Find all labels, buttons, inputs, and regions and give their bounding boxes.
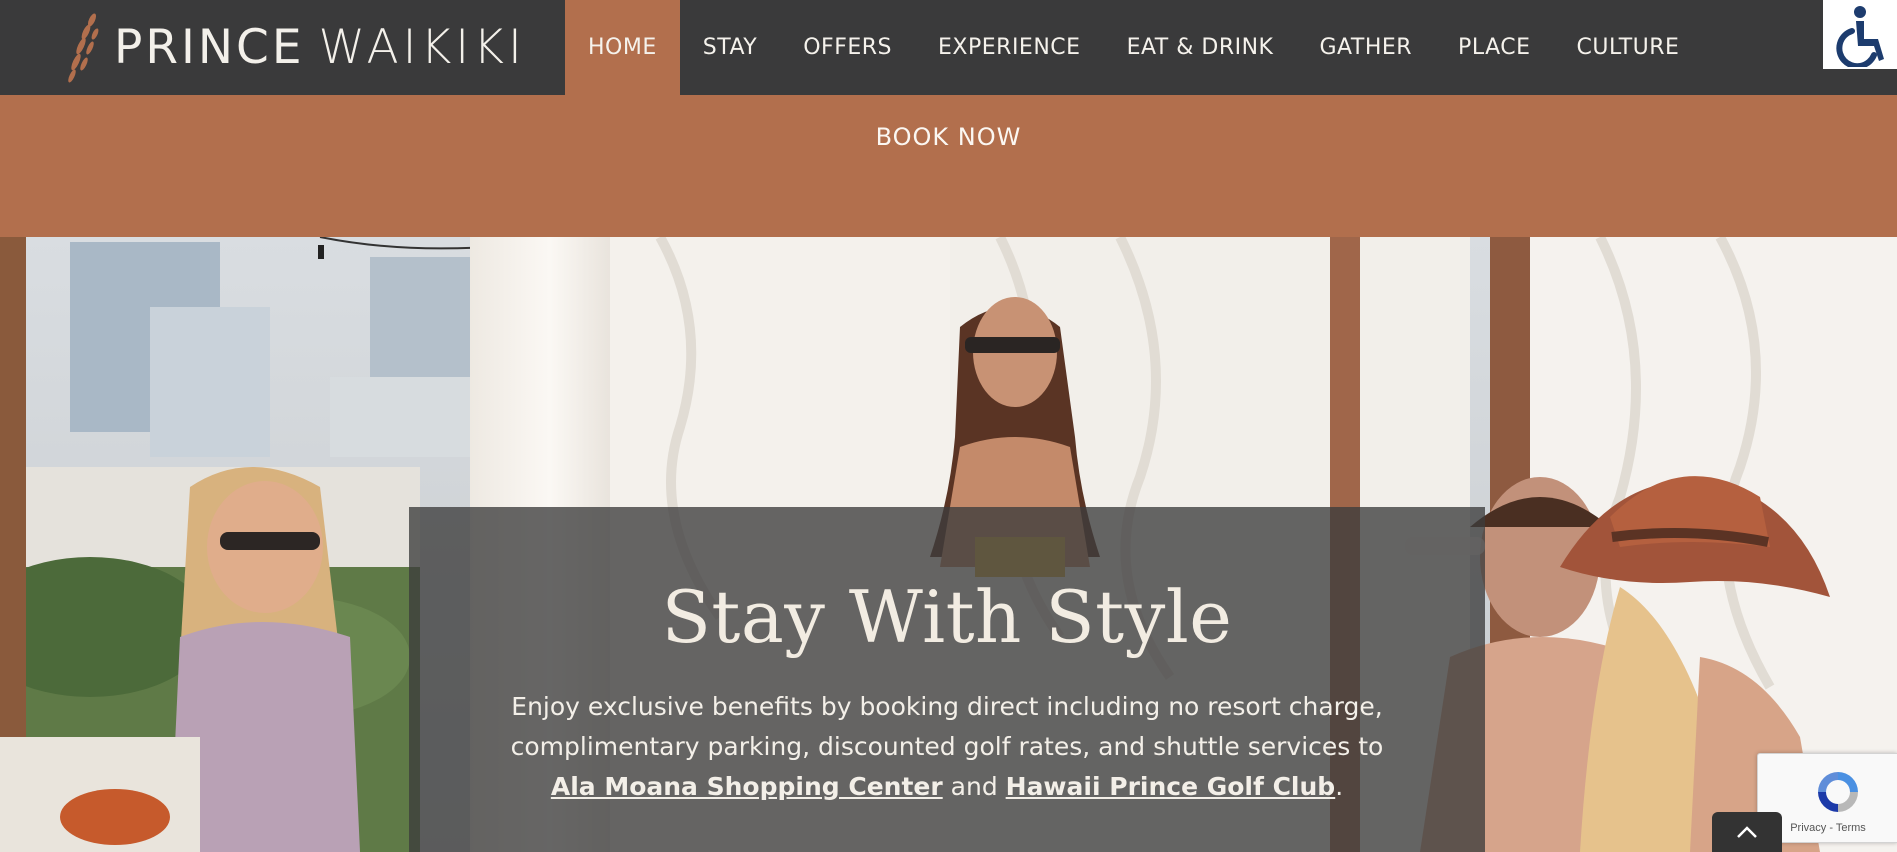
scroll-to-top-button[interactable] [1712, 812, 1782, 852]
site-header: PRINCE WAIKIKI HOME STAY OFFERS EXPERIENCE E… [0, 0, 1897, 95]
accessibility-button[interactable] [1823, 0, 1897, 69]
main-navigation: HOME STAY OFFERS EXPERIENCE EAT & DRINK GATHE… [565, 0, 1702, 95]
hero-overlay-card: Stay With Style Enjoy exclusive benefits… [409, 507, 1485, 852]
nav-item-place[interactable]: PLACE [1435, 0, 1553, 95]
hero-text-middle: and [942, 772, 1006, 801]
nav-item-gather[interactable]: GATHER [1296, 0, 1435, 95]
nav-item-experience[interactable]: EXPERIENCE [915, 0, 1104, 95]
logo-word-prince: PRINCE [114, 20, 305, 75]
logo-wordmark: PRINCE WAIKIKI [114, 24, 526, 71]
logo-word-waikiki: WAIKIKI [318, 20, 526, 75]
hawaii-prince-golf-link[interactable]: Hawaii Prince Golf Club [1006, 772, 1336, 801]
chevron-up-icon [1737, 826, 1757, 838]
ala-moana-link[interactable]: Ala Moana Shopping Center [551, 772, 943, 801]
feather-logo-icon [68, 13, 99, 83]
hero-description: Enjoy exclusive benefits by booking dire… [509, 687, 1385, 807]
nav-item-culture[interactable]: CULTURE [1554, 0, 1703, 95]
hero-text-after: . [1335, 772, 1344, 801]
hero-text-before: Enjoy exclusive benefits by booking dire… [510, 692, 1384, 761]
hero-title: Stay With Style [661, 575, 1233, 659]
hero-section: Stay With Style Enjoy exclusive benefits… [0, 237, 1897, 852]
booking-bar: BOOK NOW [0, 95, 1897, 237]
nav-item-home[interactable]: HOME [565, 0, 680, 95]
nav-item-offers[interactable]: OFFERS [780, 0, 915, 95]
wheelchair-icon [1836, 5, 1884, 67]
book-now-button[interactable]: BOOK NOW [0, 123, 1897, 151]
nav-item-eat-drink[interactable]: EAT & DRINK [1104, 0, 1297, 95]
nav-item-stay[interactable]: STAY [680, 0, 780, 95]
site-logo[interactable]: PRINCE WAIKIKI [66, 10, 536, 85]
recaptcha-icon [1818, 772, 1858, 812]
